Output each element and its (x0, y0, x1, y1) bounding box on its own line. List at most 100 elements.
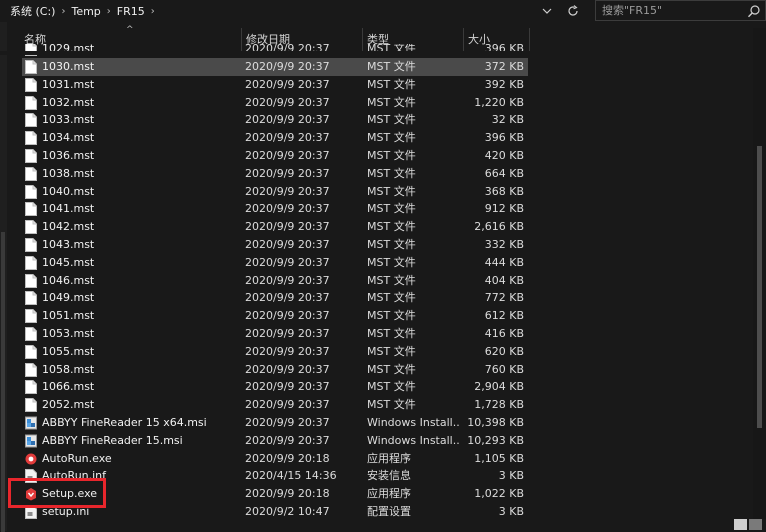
file-type: MST 文件 (367, 184, 416, 198)
file-size: 32 KB (491, 113, 524, 127)
large-icons-view-icon[interactable] (749, 519, 762, 530)
file-row[interactable]: 1043.mst 2020/9/9 20:37 MST 文件 332 KB (22, 236, 528, 254)
file-type: MST 文件 (367, 149, 416, 162)
breadcrumb-separator[interactable]: › (107, 6, 111, 17)
file-name: 1045.mst (42, 255, 95, 269)
file-row[interactable]: 1046.mst 2020/9/9 20:37 MST 文件 404 KB (22, 272, 528, 290)
file-type: 安装信息 (367, 469, 411, 483)
file-name: 1036.mst (42, 149, 95, 162)
file-icon (25, 380, 37, 395)
file-row[interactable]: 1045.mst 2020/9/9 20:37 MST 文件 444 KB (22, 254, 528, 272)
file-date: 2020/9/9 20:37 (245, 131, 330, 145)
file-row[interactable]: 1038.mst 2020/9/9 20:37 MST 文件 664 KB (22, 165, 528, 183)
file-row[interactable]: 1031.mst 2020/9/9 20:37 MST 文件 392 KB (22, 76, 528, 94)
file-row[interactable]: ABBYY FineReader 15.msi 2020/9/9 20:37 Win… (22, 432, 528, 450)
file-row[interactable]: 1032.mst 2020/9/9 20:37 MST 文件 1,220 KB (22, 94, 528, 112)
file-type: MST 文件 (367, 113, 416, 127)
file-row[interactable]: setup.ini 2020/9/2 10:47 配置设置 3 KB (22, 503, 528, 519)
file-type: MST 文件 (367, 398, 416, 412)
breadcrumb-separator[interactable]: › (61, 6, 65, 17)
file-row[interactable]: 1030.mst 2020/9/9 20:37 MST 文件 372 KB (22, 58, 528, 76)
file-type: 应用程序 (367, 451, 411, 465)
file-type: 应用程序 (367, 487, 411, 501)
scrollbar-thumb[interactable] (757, 146, 762, 428)
file-type: MST 文件 (367, 362, 416, 376)
file-name: setup.ini (42, 505, 90, 518)
file-row[interactable]: AutoRun.inf 2020/4/15 14:36 安装信息 3 KB (22, 467, 528, 485)
file-date: 2020/9/9 20:37 (245, 220, 330, 234)
file-row[interactable]: ABBYY FineReader 15 x64.msi 2020/9/9 20:3… (22, 414, 528, 432)
chevron-down-icon[interactable] (537, 1, 557, 21)
breadcrumb-fr15[interactable]: FR15 (117, 5, 145, 18)
breadcrumb-temp[interactable]: Temp (71, 5, 100, 18)
file-row[interactable]: 1040.mst 2020/9/9 20:37 MST 文件 368 KB (22, 183, 528, 201)
view-mode-buttons (734, 519, 766, 531)
file-name: AutoRun.exe (42, 451, 112, 465)
file-name: 1058.mst (42, 362, 95, 376)
file-name: 1038.mst (42, 166, 95, 180)
file-date: 2020/9/9 20:37 (245, 113, 330, 127)
file-name: 1046.mst (42, 273, 95, 287)
breadcrumb-separator[interactable]: › (151, 6, 155, 17)
file-name: 1040.mst (42, 184, 95, 198)
file-row[interactable]: 1053.mst 2020/9/9 20:37 MST 文件 416 KB (22, 325, 528, 343)
file-type: MST 文件 (367, 77, 416, 91)
file-date: 2020/9/9 20:37 (245, 433, 330, 447)
file-size: 392 KB (484, 77, 524, 91)
file-row[interactable]: 1042.mst 2020/9/9 20:37 MST 文件 2,616 KB (22, 218, 528, 236)
file-row[interactable]: 2052.mst 2020/9/9 20:37 MST 文件 1,728 KB (22, 396, 528, 414)
details-view-icon[interactable] (734, 519, 747, 530)
file-row[interactable]: 1051.mst 2020/9/9 20:37 MST 文件 612 KB (22, 307, 528, 325)
search-input[interactable] (602, 3, 742, 18)
installer-icon (25, 434, 37, 448)
file-date: 2020/9/9 20:37 (245, 291, 330, 305)
file-type: Windows Install... (367, 433, 459, 447)
file-row[interactable]: 1049.mst 2020/9/9 20:37 MST 文件 772 KB (22, 289, 528, 307)
search-icon[interactable] (747, 4, 761, 18)
file-size: 372 KB (484, 60, 524, 73)
file-date: 2020/9/9 20:37 (245, 202, 330, 216)
file-date: 2020/9/9 20:37 (245, 238, 330, 251)
file-size: 1,220 KB (474, 95, 524, 109)
file-size: 912 KB (484, 202, 524, 216)
address-bar[interactable]: 系统 (C:) › Temp › FR15 › (0, 0, 766, 22)
file-date: 2020/9/9 20:18 (245, 487, 330, 501)
file-icon (25, 60, 37, 74)
file-size: 416 KB (484, 327, 524, 340)
file-name: 1041.mst (42, 202, 95, 216)
file-size: 2,904 KB (474, 380, 524, 394)
file-icon (25, 309, 37, 324)
file-type: MST 文件 (367, 255, 416, 269)
file-date: 2020/9/9 20:18 (245, 451, 330, 465)
file-type: MST 文件 (367, 202, 416, 216)
file-date: 2020/9/9 20:37 (245, 77, 330, 91)
file-date: 2020/9/9 20:37 (245, 255, 330, 269)
file-size: 3 KB (498, 469, 524, 483)
vertical-scrollbar[interactable] (753, 28, 766, 519)
settings-file-icon (25, 505, 37, 519)
file-size: 1,105 KB (474, 451, 524, 465)
file-icon (25, 77, 37, 92)
file-row[interactable]: 1041.mst 2020/9/9 20:37 MST 文件 912 KB (22, 200, 528, 218)
refresh-icon[interactable] (563, 1, 583, 21)
file-row[interactable]: 1034.mst 2020/9/9 20:37 MST 文件 396 KB (22, 129, 528, 147)
file-size: 620 KB (484, 344, 524, 358)
file-name: 1051.mst (42, 309, 95, 323)
file-row[interactable]: Setup.exe 2020/9/9 20:18 应用程序 1,022 KB (22, 485, 528, 503)
file-name: 1032.mst (42, 95, 95, 109)
file-row[interactable]: AutoRun.exe 2020/9/9 20:18 应用程序 1,105 KB (22, 450, 528, 468)
file-row[interactable]: 1066.mst 2020/9/9 20:37 MST 文件 2,904 KB (22, 378, 528, 396)
file-date: 2020/9/9 20:37 (245, 184, 330, 198)
file-size: 772 KB (484, 291, 524, 305)
file-size: 664 KB (484, 166, 524, 180)
file-row[interactable]: 1033.mst 2020/9/9 20:37 MST 文件 32 KB (22, 111, 528, 129)
file-date: 2020/9/9 20:37 (245, 60, 330, 73)
file-row[interactable]: 1036.mst 2020/9/9 20:37 MST 文件 420 KB (22, 147, 528, 165)
breadcrumb-drive[interactable]: 系统 (C:) (10, 3, 55, 19)
settings-file-icon (25, 469, 37, 484)
search-box[interactable] (595, 0, 766, 21)
file-row[interactable]: 1058.mst 2020/9/9 20:37 MST 文件 760 KB (22, 361, 528, 379)
file-type: MST 文件 (367, 131, 416, 145)
file-row[interactable]: 1055.mst 2020/9/9 20:37 MST 文件 620 KB (22, 343, 528, 361)
breadcrumb: 系统 (C:) › Temp › FR15 › (10, 3, 155, 19)
